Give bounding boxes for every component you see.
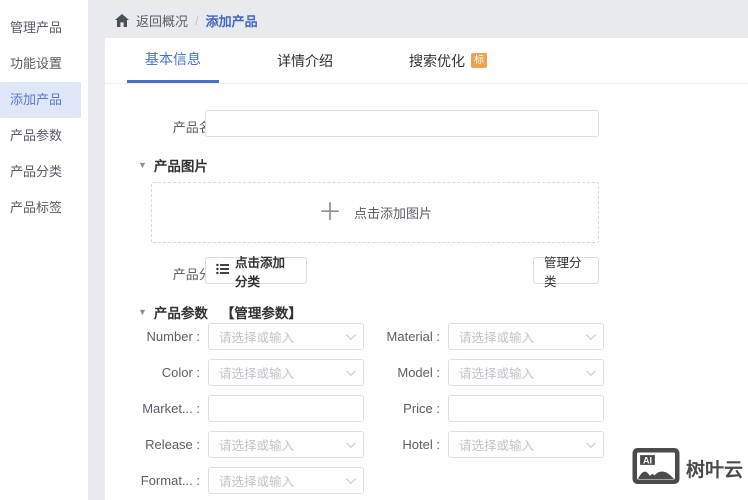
chevron-down-icon [345,366,356,377]
param-input-4[interactable] [208,395,364,422]
product-image-section-header[interactable]: ▼ 产品图片 [138,155,208,175]
breadcrumb-back-link[interactable]: 返回概况 [136,11,188,30]
tab-basic-info-label: 基本信息 [145,51,201,67]
param-label-3: Model : [397,365,440,380]
add-image-text: 点击添加图片 [353,206,432,221]
tab-detail-intro-label: 详情介绍 [277,52,333,69]
sidebar-item-label: 添加产品 [10,92,63,107]
content-card: 基本信息 详情介绍 搜索优化 标 产品名称 : ▼ 产品图片 ＋ 点击添加图片 … [105,38,748,500]
param-grid: Number : 请选择或输入 Material : 请选择或输入 Color : 请选择… [114,323,604,494]
chevron-down-icon [585,366,596,377]
home-icon[interactable] [115,13,129,27]
param-label-2: Color : [161,365,200,380]
param-label-0: Number : [146,329,200,344]
param-select-8[interactable]: 请选择或输入 [208,467,364,494]
param-placeholder: 请选择或输入 [219,367,295,381]
sidebar: 管理产品功能设置添加产品产品参数产品分类产品标签 [0,0,88,500]
param-select-6[interactable]: 请选择或输入 [208,431,364,458]
sidebar-item-1[interactable]: 功能设置 [0,46,81,82]
breadcrumb: 返回概况 / 添加产品 [115,10,258,30]
param-placeholder: 请选择或输入 [219,439,295,453]
tab-bar: 基本信息 详情介绍 搜索优化 标 [105,38,748,84]
product-params-section-header[interactable]: ▼ 产品参数 【管理参数】 [138,302,302,322]
param-select-3[interactable]: 请选择或输入 [448,359,604,386]
product-image-section-title: 产品图片 [153,159,208,174]
watermark: AI 树叶云 [632,446,743,491]
param-select-7[interactable]: 请选择或输入 [448,431,604,458]
page: 返回概况 / 添加产品 管理产品 功能设置 添加产品 产品参数 产品分类 产品标签 基本信… [0,0,748,500]
sidebar-item-label: 功能设置 [10,56,63,71]
sidebar-item-label: 管理产品 [10,20,63,35]
param-text-input-5[interactable] [449,396,603,421]
param-placeholder: 请选择或输入 [219,475,295,489]
collapse-triangle-icon[interactable]: ▼ [138,307,147,317]
chevron-down-icon [585,438,596,449]
sidebar-item-3[interactable]: 产品参数 [0,118,81,154]
param-label-4: Market... : [142,401,200,416]
sidebar-item-label: 产品标签 [10,200,63,215]
tab-seo[interactable]: 搜索优化 标 [391,38,505,83]
product-name-input[interactable] [206,111,598,136]
param-placeholder: 请选择或输入 [459,331,535,345]
sidebar-item-label: 产品参数 [10,128,63,143]
product-params-section-title: 产品参数 [153,306,208,321]
collapse-triangle-icon[interactable]: ▼ [138,160,147,170]
param-select-2[interactable]: 请选择或输入 [208,359,364,386]
param-select-0[interactable]: 请选择或输入 [208,323,364,350]
watermark-image-icon: AI [632,446,680,491]
param-label-1: Material : [386,329,440,344]
param-label-7: Hotel : [402,437,440,452]
param-text-input-4[interactable] [209,396,363,421]
category-list-icon [216,263,229,278]
add-image-dropzone[interactable]: ＋ 点击添加图片 [151,182,599,243]
tab-basic-info[interactable]: 基本信息 [127,38,219,83]
param-placeholder: 请选择或输入 [459,367,535,381]
tab-detail-intro[interactable]: 详情介绍 [259,38,351,83]
param-placeholder: 请选择或输入 [459,439,535,453]
add-category-button-label: 点击添加分类 [235,255,286,289]
param-input-5[interactable] [448,395,604,422]
watermark-brand-text: 树叶云 [686,460,744,481]
param-placeholder: 请选择或输入 [219,331,295,345]
manage-params-link[interactable]: 【管理参数】 [221,302,302,322]
breadcrumb-separator: / [195,12,199,28]
sidebar-item-4[interactable]: 产品分类 [0,154,81,190]
param-select-1[interactable]: 请选择或输入 [448,323,604,350]
product-name-field [205,110,599,137]
add-category-button[interactable]: 点击添加分类 [205,256,307,289]
chevron-down-icon [345,474,356,485]
param-label-6: Release : [145,437,200,452]
plus-icon: ＋ [317,198,342,226]
svg-text:AI: AI [643,456,652,466]
sidebar-item-label: 产品分类 [10,164,63,179]
tab-seo-badge: 标 [471,53,487,68]
breadcrumb-current: 添加产品 [205,13,258,29]
tab-seo-label: 搜索优化 [409,52,465,69]
manage-category-button-label: 管理分类 [544,255,582,289]
chevron-down-icon [345,438,356,449]
sidebar-item-0[interactable]: 管理产品 [0,10,81,46]
manage-category-button[interactable]: 管理分类 [533,256,599,289]
sidebar-item-5[interactable]: 产品标签 [0,190,81,226]
sidebar-item-2[interactable]: 添加产品 [0,82,81,118]
chevron-down-icon [345,330,356,341]
param-label-8: Format... : [140,473,200,488]
param-label-5: Price : [403,401,440,416]
chevron-down-icon [585,330,596,341]
